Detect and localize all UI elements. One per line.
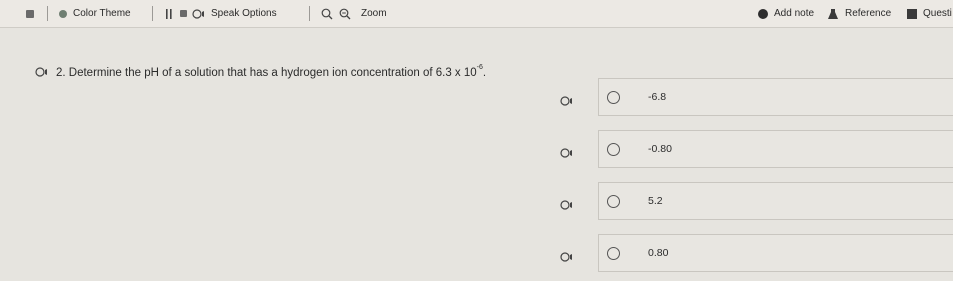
color-theme-label: Color Theme <box>73 8 131 19</box>
divider <box>152 6 153 21</box>
radio-circle-icon[interactable] <box>607 142 620 156</box>
speak-options-label: Speak Options <box>211 8 277 19</box>
pause-icon <box>166 8 172 19</box>
question-button[interactable]: Questi <box>907 0 952 27</box>
question-icon <box>907 8 917 19</box>
pause-button[interactable] <box>166 0 172 27</box>
main-content: 2. Determine the pH of a solution that h… <box>0 28 953 281</box>
add-note-button[interactable]: Add note <box>758 0 814 27</box>
add-note-label: Add note <box>774 8 815 19</box>
speaker-icon[interactable] <box>560 148 576 158</box>
choice-label: -0.80 <box>648 143 672 155</box>
magnifier-icon <box>321 8 333 19</box>
stop-icon <box>180 10 187 17</box>
question-text: 2. Determine the pH of a solution that h… <box>56 64 487 79</box>
question-period: . <box>482 66 487 79</box>
calculator-icon[interactable] <box>26 0 34 27</box>
speaker-icon[interactable] <box>560 252 576 262</box>
reference-label: Reference <box>845 8 892 19</box>
magnifier-plus-icon <box>339 8 351 19</box>
speak-options-button[interactable]: Speak Options <box>192 0 277 27</box>
reference-button[interactable]: Reference <box>827 0 891 27</box>
radio-circle-icon[interactable] <box>607 90 620 104</box>
answer-choice-b[interactable]: -0.80 <box>598 130 953 168</box>
answer-choice-a[interactable]: -6.8 <box>598 78 953 116</box>
divider <box>309 6 310 21</box>
radio-circle-icon[interactable] <box>607 194 620 208</box>
speaker-icon <box>192 8 204 19</box>
question-body: 2. Determine the pH of a solution that h… <box>56 66 477 79</box>
flask-icon <box>828 8 838 19</box>
speaker-icon[interactable] <box>35 67 51 78</box>
color-theme-button[interactable]: Color Theme <box>59 0 131 27</box>
stop-button[interactable] <box>180 0 187 27</box>
radio-circle-icon[interactable] <box>607 246 620 260</box>
zoom-out-button[interactable] <box>321 0 333 27</box>
choice-label: 5.2 <box>648 195 663 207</box>
choice-label: 0.80 <box>648 247 669 259</box>
choice-label: -6.8 <box>648 91 667 103</box>
speaker-icon[interactable] <box>560 96 576 106</box>
zoom-label: Zoom <box>361 0 387 27</box>
question-exponent: -6 <box>476 64 483 71</box>
answer-choice-d[interactable]: 0.80 <box>598 234 953 272</box>
question-label: Questi <box>923 8 952 19</box>
toolbar: Color Theme Speak Options Zoom Add note … <box>0 0 953 28</box>
divider <box>47 6 48 21</box>
color-theme-dot-icon <box>59 9 67 18</box>
add-note-dot-icon <box>758 8 768 19</box>
zoom-in-button[interactable] <box>339 0 351 27</box>
question-row: 2. Determine the pH of a solution that h… <box>35 64 487 79</box>
answer-choice-c[interactable]: 5.2 <box>598 182 953 220</box>
square-icon <box>26 9 34 18</box>
speaker-icon[interactable] <box>560 200 576 210</box>
zoom-text: Zoom <box>361 8 387 19</box>
